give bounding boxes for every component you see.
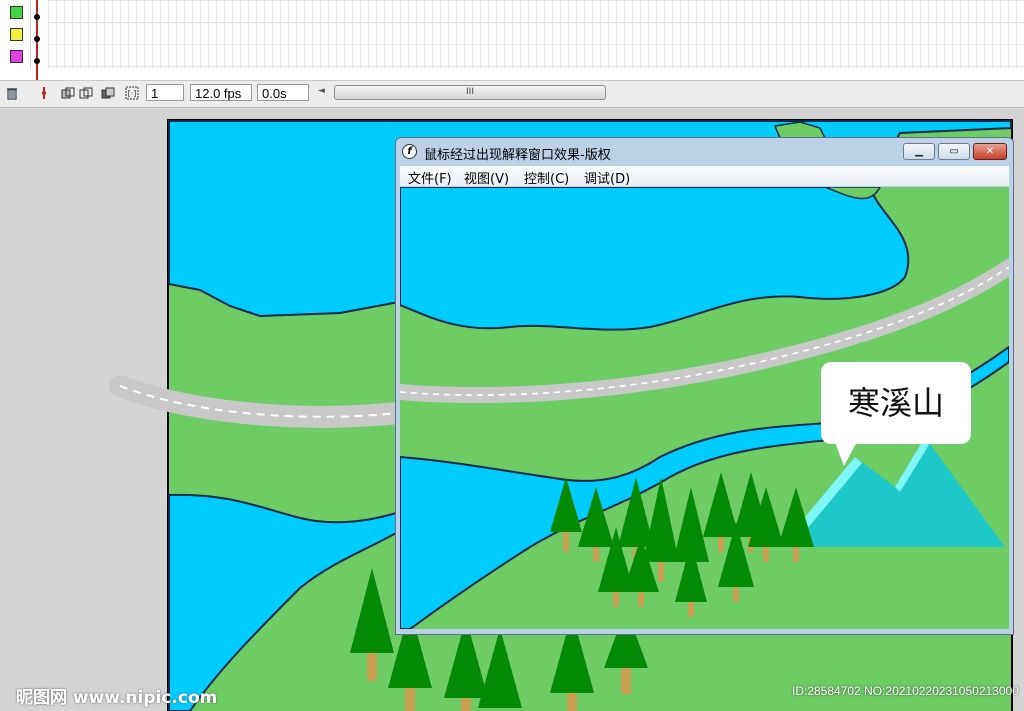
- frame-rate-field[interactable]: 12.0 fps: [190, 84, 252, 101]
- menu-debug[interactable]: 调试(D): [584, 168, 630, 187]
- keyframe[interactable]: [34, 14, 40, 20]
- layer-color-swatch[interactable]: [10, 6, 23, 19]
- callout-tail: [834, 440, 858, 466]
- keyframe[interactable]: [34, 58, 40, 64]
- minimize-icon: ▁: [915, 146, 923, 157]
- window-title: 鼠标经过出现解释窗口效果-版权: [424, 148, 611, 163]
- onion-skin-outline-icon[interactable]: [78, 86, 93, 101]
- close-icon: ✕: [985, 146, 995, 157]
- elapsed-time-field[interactable]: 0.0s: [257, 84, 309, 101]
- maximize-icon: ▭: [949, 146, 959, 157]
- maximize-button[interactable]: ▭: [938, 143, 970, 160]
- menu-control[interactable]: 控制(C): [524, 168, 569, 187]
- modify-onion-markers-icon[interactable]: [·]: [124, 86, 139, 101]
- current-frame-field[interactable]: 1: [146, 84, 184, 101]
- center-frame-icon[interactable]: [36, 86, 51, 101]
- timeline-frame-grid[interactable]: [48, 0, 1024, 68]
- timeline-toolbar: [·] 1 12.0 fps 0.0s ◄ III: [0, 80, 1024, 108]
- callout-bubble: 寒溪山: [821, 362, 971, 444]
- menu-bar: 文件(F) 视图(V) 控制(C) 调试(D): [400, 166, 1009, 187]
- menu-view[interactable]: 视图(V): [464, 168, 509, 187]
- watermark-logo: 昵图网 www.nipic.com: [16, 688, 218, 708]
- onion-skin-icon[interactable]: [60, 86, 75, 101]
- timeline-panel: [0, 0, 1024, 80]
- scroll-left-arrow-icon[interactable]: ◄: [318, 86, 325, 96]
- watermark-id: ID:28584702 NO:20210220231050213000: [792, 684, 1019, 698]
- minimize-button[interactable]: ▁: [903, 143, 935, 160]
- keyframe[interactable]: [34, 36, 40, 42]
- layer-color-swatch[interactable]: [10, 28, 23, 41]
- svg-text:[·]: [·]: [127, 89, 136, 98]
- callout-label: 寒溪山: [847, 384, 944, 422]
- trash-icon[interactable]: [4, 86, 19, 101]
- flash-icon: f: [402, 144, 417, 159]
- close-button[interactable]: ✕: [973, 143, 1007, 160]
- menu-file[interactable]: 文件(F): [408, 168, 452, 187]
- layer-color-swatch[interactable]: [10, 50, 23, 63]
- scrollbar-grip: III: [466, 87, 474, 97]
- horizontal-scrollbar[interactable]: III: [334, 85, 606, 100]
- timeline-layer-list: [0, 0, 31, 68]
- edit-multiple-frames-icon[interactable]: [100, 86, 115, 101]
